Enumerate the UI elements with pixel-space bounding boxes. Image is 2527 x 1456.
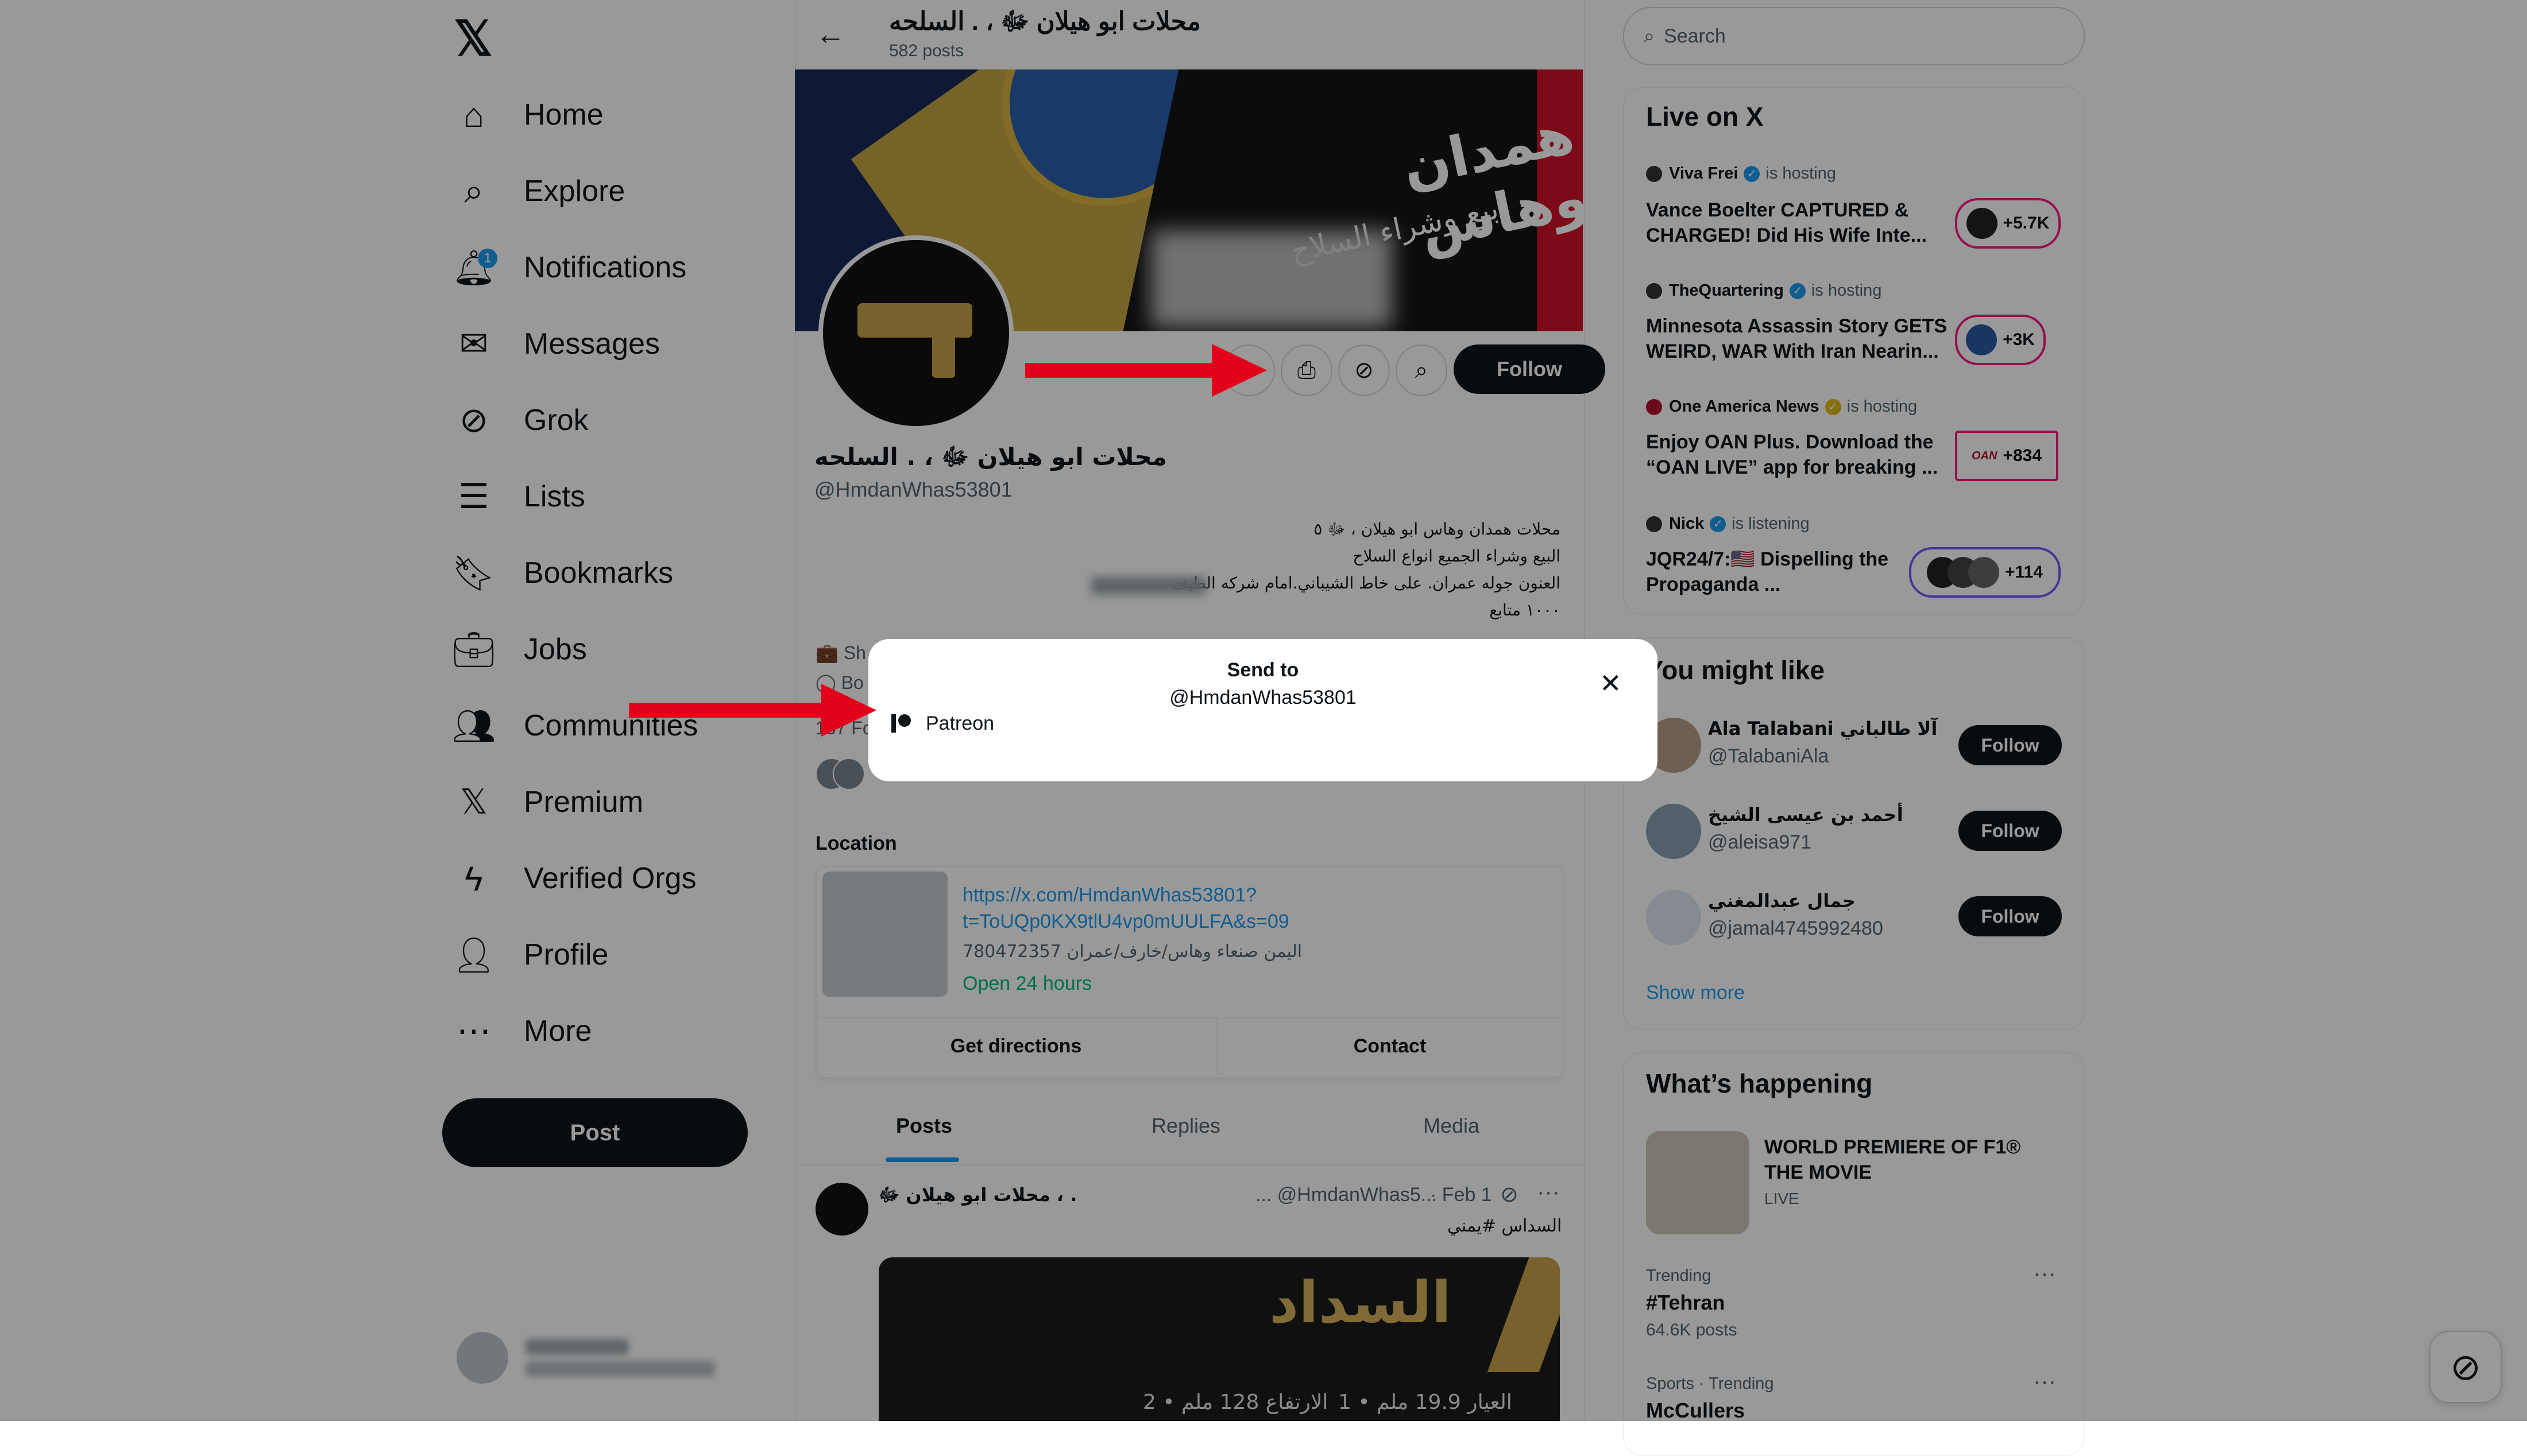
modal-title: Send to xyxy=(1227,659,1299,681)
modal-handle: @HmdanWhas53801 xyxy=(1169,687,1357,708)
annotation-arrow-head xyxy=(1212,344,1267,397)
patreon-label: Patreon xyxy=(926,712,995,734)
close-icon[interactable]: ✕ xyxy=(1599,668,1622,699)
patreon-icon xyxy=(890,712,913,735)
annotation-arrow xyxy=(1025,363,1226,378)
annotation-arrow xyxy=(629,703,836,718)
annotation-arrow-head xyxy=(821,684,876,737)
patreon-option[interactable]: Patreon xyxy=(890,712,994,735)
